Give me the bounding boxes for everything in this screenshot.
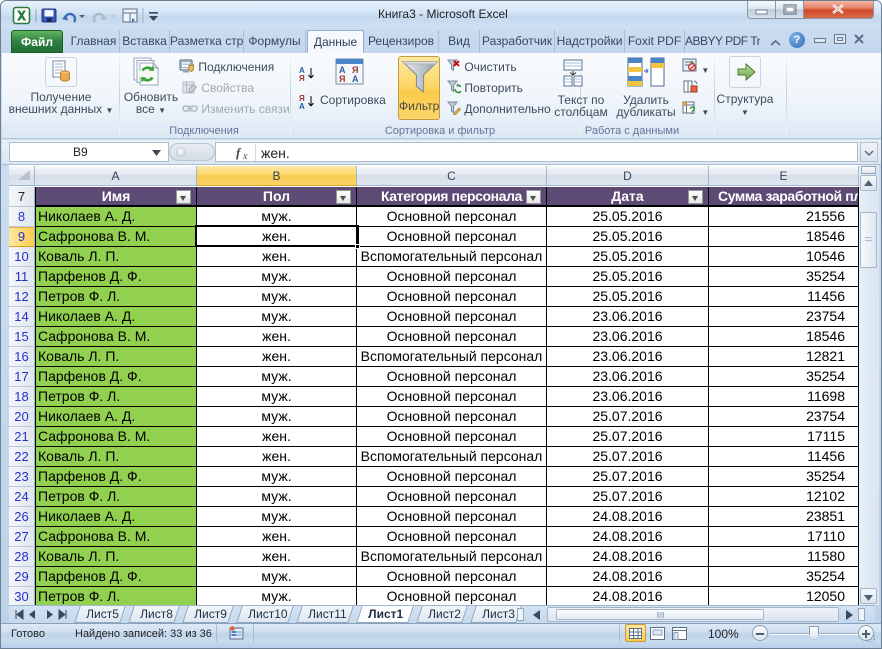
svg-text:x: x [242,151,248,160]
svg-text:А: А [299,102,305,111]
svg-text:А: А [352,74,359,84]
svg-text:?: ? [689,105,696,115]
svg-text:Я: Я [299,74,305,83]
svg-text:Я: Я [339,74,345,84]
svg-text:f: f [236,145,242,160]
